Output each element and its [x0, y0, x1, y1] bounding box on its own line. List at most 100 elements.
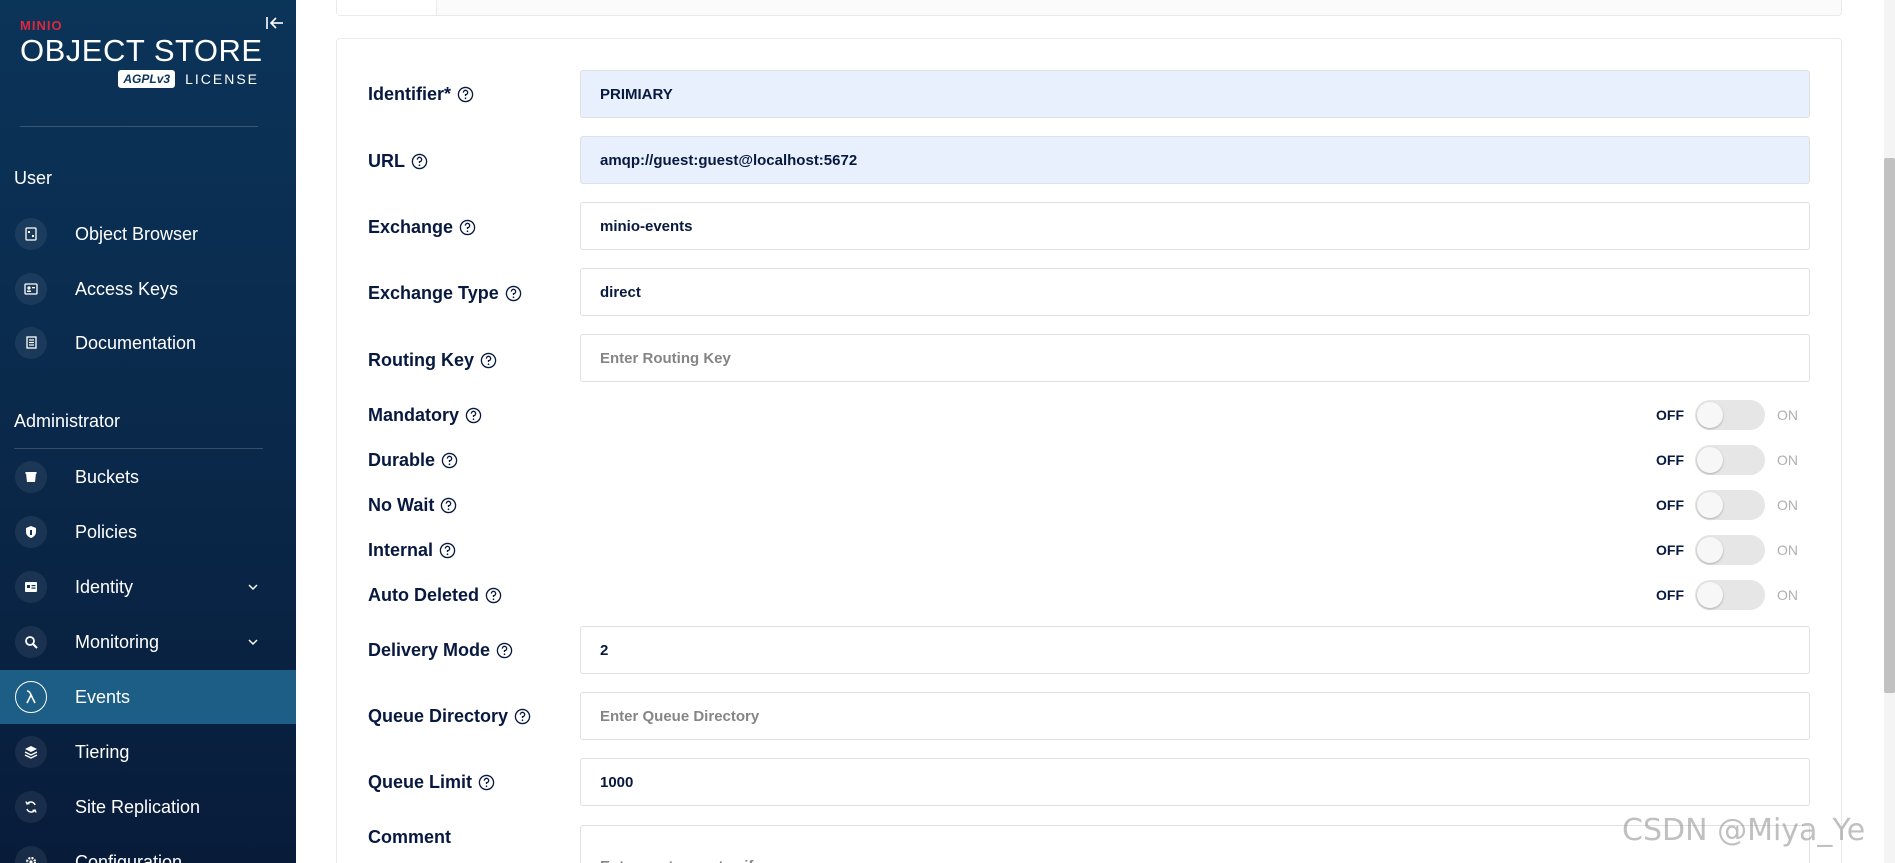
toggle-off-label: OFF [1656, 542, 1684, 558]
object-browser-icon [15, 218, 47, 250]
scrollbar-thumb[interactable] [1884, 158, 1895, 693]
toggle-knob [1697, 447, 1723, 473]
help-icon[interactable] [478, 774, 495, 791]
help-icon[interactable] [440, 497, 457, 514]
exchange-type-label-text: Exchange Type [368, 283, 499, 303]
comment-label-text: Comment [368, 827, 452, 847]
sidebar-item-site-replication[interactable]: Site Replication [0, 780, 296, 834]
no-wait-label: No Wait [368, 495, 457, 516]
sidebar-item-configuration[interactable]: Configuration [0, 835, 296, 863]
chevron-down-icon[interactable] [246, 580, 260, 594]
sidebar-item-label: Documentation [75, 332, 197, 353]
exchange-type-input[interactable] [580, 268, 1810, 316]
watermark: CSDN @Miya_Ye [1622, 813, 1866, 848]
queue-directory-input[interactable] [580, 692, 1810, 740]
top-card [336, 0, 1842, 16]
routing-key-label: Routing Key [368, 350, 497, 371]
lambda-icon [15, 681, 47, 713]
identifier-input[interactable] [580, 70, 1810, 118]
help-icon[interactable] [439, 542, 456, 559]
help-icon[interactable] [485, 587, 502, 604]
identifier-label-text: Identifier* [368, 84, 452, 104]
url-label-text: URL [368, 151, 405, 171]
main-content: Identifier* URL Exchange Exchange Type R… [296, 0, 1895, 863]
comment-label: Comment [368, 827, 451, 848]
logo-brand: MINIO [20, 18, 63, 33]
sidebar-item-object-browser[interactable]: Object Browser [0, 207, 296, 261]
chevron-down-icon[interactable] [246, 635, 260, 649]
toggle-knob [1697, 402, 1723, 428]
sidebar-item-monitoring[interactable]: Monitoring [0, 615, 296, 669]
logo-license-row: AGPLv3 LICENSE [20, 70, 259, 88]
sidebar-item-events[interactable]: Events [0, 670, 296, 724]
delivery-mode-label: Delivery Mode [368, 640, 513, 661]
documentation-icon [15, 327, 47, 359]
sidebar-item-identity[interactable]: Identity [0, 560, 296, 614]
section-divider [14, 448, 263, 449]
agpl-badge: AGPLv3 [118, 70, 176, 88]
sidebar-item-documentation[interactable]: Documentation [0, 316, 296, 370]
durable-label: Durable [368, 450, 458, 471]
toggle-on-label: ON [1777, 407, 1798, 423]
access-keys-icon [15, 273, 47, 305]
toggle-switch[interactable] [1695, 535, 1765, 565]
queue-directory-label: Queue Directory [368, 706, 531, 727]
delivery-mode-label-text: Delivery Mode [368, 640, 491, 660]
queue-limit-label-text: Queue Limit [368, 772, 473, 792]
toggle-switch[interactable] [1695, 580, 1765, 610]
sidebar-item-tiering[interactable]: Tiering [0, 725, 296, 779]
help-icon[interactable] [411, 153, 428, 170]
help-icon[interactable] [457, 86, 474, 103]
help-icon[interactable] [514, 708, 531, 725]
buckets-icon [15, 461, 47, 493]
toggle-off-label: OFF [1656, 452, 1684, 468]
delivery-mode-input[interactable] [580, 626, 1810, 674]
toggle-on-label: ON [1777, 542, 1798, 558]
routing-key-label-text: Routing Key [368, 350, 474, 370]
sidebar-item-label: Access Keys [75, 278, 179, 299]
site-replication-icon [15, 791, 47, 823]
policies-icon [15, 516, 47, 548]
logo-product: OBJECT STORE [20, 33, 263, 68]
exchange-type-label: Exchange Type [368, 283, 522, 304]
no-wait-label-text: No Wait [368, 495, 435, 515]
sidebar-item-label: Tiering [75, 741, 130, 762]
mandatory-label-text: Mandatory [368, 405, 460, 425]
help-icon[interactable] [441, 452, 458, 469]
logo[interactable]: MINIO OBJECT STORE AGPLv3 LICENSE [20, 18, 265, 88]
exchange-label: Exchange [368, 217, 476, 238]
exchange-input[interactable] [580, 202, 1810, 250]
logo-divider [20, 126, 258, 127]
toggle-knob [1697, 537, 1723, 563]
top-card-tab[interactable] [337, 0, 437, 15]
url-label: URL [368, 151, 428, 172]
help-icon[interactable] [480, 352, 497, 369]
sidebar: MINIO OBJECT STORE AGPLv3 LICENSE User O… [0, 0, 296, 863]
internal-label: Internal [368, 540, 456, 561]
section-title-administrator: Administrator [14, 411, 121, 431]
url-input[interactable] [580, 136, 1810, 184]
toggle-switch[interactable] [1695, 445, 1765, 475]
monitoring-icon [15, 626, 47, 658]
durable-label-text: Durable [368, 450, 436, 470]
help-icon[interactable] [496, 642, 513, 659]
help-icon[interactable] [505, 285, 522, 302]
toggle-off-label: OFF [1656, 497, 1684, 513]
sidebar-item-label: Object Browser [75, 223, 199, 244]
auto-deleted-label: Auto Deleted [368, 585, 502, 606]
help-icon[interactable] [459, 219, 476, 236]
queue-limit-input[interactable] [580, 758, 1810, 806]
toggle-switch[interactable] [1695, 490, 1765, 520]
sidebar-item-policies[interactable]: Policies [0, 505, 296, 559]
identifier-label: Identifier* [368, 84, 474, 105]
toggle-off-label: OFF [1656, 407, 1684, 423]
sidebar-item-label: Configuration [75, 851, 183, 863]
collapse-sidebar-icon[interactable] [264, 14, 286, 32]
routing-key-input[interactable] [580, 334, 1810, 382]
sidebar-item-access-keys[interactable]: Access Keys [0, 262, 296, 316]
toggle-switch[interactable] [1695, 400, 1765, 430]
sidebar-item-buckets[interactable]: Buckets [0, 450, 296, 504]
internal-label-text: Internal [368, 540, 434, 560]
help-icon[interactable] [465, 407, 482, 424]
sidebar-item-label: Buckets [75, 466, 140, 487]
